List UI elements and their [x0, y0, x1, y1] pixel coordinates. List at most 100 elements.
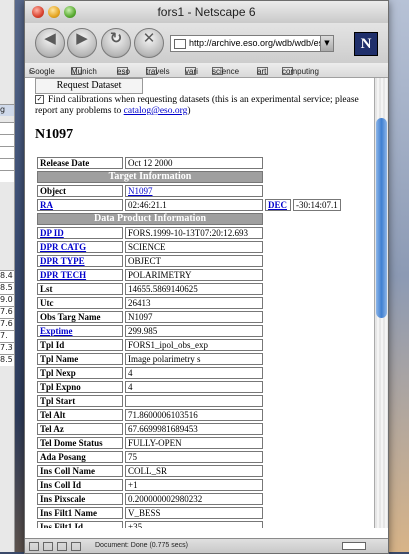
row-value: COLL_SR — [125, 465, 263, 477]
background-cell: g — [0, 104, 14, 116]
table-row: Tpl Id FORS1_ipol_obs_exp — [37, 339, 341, 351]
row-label: Ins Coll Name — [37, 465, 123, 477]
back-button[interactable]: ◀ — [35, 28, 65, 58]
background-cell — [0, 122, 14, 134]
ra-label: RA — [37, 199, 123, 211]
row-label: Tpl Start — [37, 395, 123, 407]
dec-label: DEC — [265, 199, 291, 211]
request-dataset-button[interactable]: Request Dataset — [35, 78, 143, 94]
table-row: RA 02:46:21.1 DEC -30:14:07.1 — [37, 199, 341, 211]
row-value: 4 — [125, 381, 263, 393]
object-value: N1097 — [125, 185, 263, 197]
url-input[interactable]: http://archive.eso.org/wdb/wdb/eso/fors1 — [170, 35, 332, 52]
back-arrow-icon: ◀ — [44, 29, 56, 47]
table-row: Tel Az 67.6699981689453 — [37, 423, 341, 435]
table-row: Tpl Name Image polarimetry s — [37, 353, 341, 365]
row-label-link[interactable]: DPR TECH — [40, 270, 86, 280]
row-label: Ins Filt1 Name — [37, 507, 123, 519]
release-date-value: Oct 12 2000 — [125, 157, 263, 169]
row-label: Tpl Expno — [37, 381, 123, 393]
security-icon[interactable] — [29, 542, 39, 551]
table-row: Object N1097 — [37, 185, 341, 197]
stop-button[interactable]: ✕ — [134, 28, 164, 58]
row-value: FULLY-OPEN — [125, 437, 263, 449]
background-cell: 7.6 — [0, 306, 14, 318]
row-value: POLARIMETRY — [125, 269, 263, 281]
row-label: Tpl Id — [37, 339, 123, 351]
ra-value: 02:46:21.1 — [125, 199, 263, 211]
window-title: fors1 - Netscape 6 — [157, 5, 256, 19]
table-row: Target Information — [37, 171, 341, 183]
row-value: Image polarimetry s — [125, 353, 263, 365]
release-date-label: Release Date — [37, 157, 123, 169]
object-label: Object — [37, 185, 123, 197]
row-label-link[interactable]: DPR CATG — [40, 242, 86, 252]
background-cell: 7. — [0, 330, 14, 342]
table-row: DPR CATG SCIENCE — [37, 241, 341, 253]
stop-icon: ✕ — [142, 29, 156, 47]
table-row: DPR TECH POLARIMETRY — [37, 269, 341, 281]
row-value: FORS.1999-10-13T07:20:12.693 — [125, 227, 263, 239]
row-label-link[interactable]: Exptime — [40, 326, 73, 336]
reload-icon: ↻ — [109, 29, 123, 47]
background-window[interactable]: g 8.4 8.5 9.0 7.6 7.6 7. 7.3 8.5 — [0, 0, 15, 552]
table-row: Exptime 299.985 — [37, 325, 341, 337]
url-text: http://archive.eso.org/wdb/wdb/eso/fors1 — [189, 38, 331, 48]
row-value: +1 — [125, 479, 263, 491]
row-value: FORS1_ipol_obs_exp — [125, 339, 263, 351]
row-value: 299.985 — [125, 325, 263, 337]
table-row: DPR TYPE OBJECT — [37, 255, 341, 267]
background-cell: 8.5 — [0, 354, 14, 366]
page-title: N1097 — [35, 127, 74, 142]
address-book-icon[interactable] — [71, 542, 81, 551]
background-cell — [0, 170, 14, 182]
navigation-toolbar: ◀ ▶ ↻ ✕ http://archive.eso.org/wdb/wdb/e… — [25, 23, 388, 64]
table-row: Tpl Expno 4 — [37, 381, 341, 393]
row-value: 71.8600006103516 — [125, 409, 263, 421]
calibration-text: Find calibrations when requesting datase… — [35, 95, 359, 116]
page-icon — [174, 38, 186, 49]
background-cell: 9.0 — [0, 294, 14, 306]
status-text: Document: Done (0.775 secs) — [95, 542, 188, 549]
row-label: Ins Coll Id — [37, 479, 123, 491]
reload-button[interactable]: ↻ — [101, 28, 131, 58]
object-link[interactable]: N1097 — [128, 186, 153, 196]
table-row: Tel Dome Status FULLY-OPEN — [37, 437, 341, 449]
row-label: DPR TYPE — [37, 255, 123, 267]
table-row: Data Product Information — [37, 213, 341, 225]
table-row: Utc 26413 — [37, 297, 341, 309]
vertical-scrollbar[interactable] — [374, 78, 388, 528]
row-value — [125, 395, 263, 407]
catalog-email-link[interactable]: catalog@eso.org — [124, 106, 188, 116]
ra-link[interactable]: RA — [40, 200, 53, 210]
table-row: Ins Pixscale 0.200000002980232 — [37, 493, 341, 505]
composer-icon[interactable] — [57, 542, 67, 551]
title-bar[interactable]: fors1 - Netscape 6 — [25, 1, 388, 24]
scrollbar-thumb[interactable] — [376, 118, 387, 318]
row-label: Ins Filt1 Id — [37, 521, 123, 528]
row-value: 4 — [125, 367, 263, 379]
url-dropdown-button[interactable]: ▼ — [320, 35, 334, 52]
row-label: Ins Pixscale — [37, 493, 123, 505]
netscape-logo[interactable]: N — [354, 32, 378, 56]
calibration-note: ✓ Find calibrations when requesting datas… — [35, 95, 373, 117]
background-cell: 8.4 — [0, 270, 14, 282]
table-row: Obs Targ Name N1097 — [37, 311, 341, 323]
find-calibrations-checkbox[interactable]: ✓ — [35, 95, 44, 105]
row-value: N1097 — [125, 311, 263, 323]
table-row: Ada Posang 75 — [37, 451, 341, 463]
chevron-down-icon: ▼ — [324, 39, 330, 47]
product-section-header: Data Product Information — [37, 213, 263, 225]
row-label-link[interactable]: DP ID — [40, 228, 64, 238]
background-cell: 7.6 — [0, 318, 14, 330]
background-cell — [0, 146, 14, 158]
table-row: Tel Alt 71.8600006103516 — [37, 409, 341, 421]
page-content: Request Dataset ✓ Find calibrations when … — [25, 78, 374, 528]
browser-window: fors1 - Netscape 6 ◀ ▶ ↻ ✕ http://archiv… — [24, 0, 389, 554]
row-label: DPR CATG — [37, 241, 123, 253]
dec-link[interactable]: DEC — [268, 200, 287, 210]
background-cell — [0, 134, 14, 146]
forward-button[interactable]: ▶ — [67, 28, 97, 58]
row-label-link[interactable]: DPR TYPE — [40, 256, 85, 266]
mail-icon[interactable] — [43, 542, 53, 551]
